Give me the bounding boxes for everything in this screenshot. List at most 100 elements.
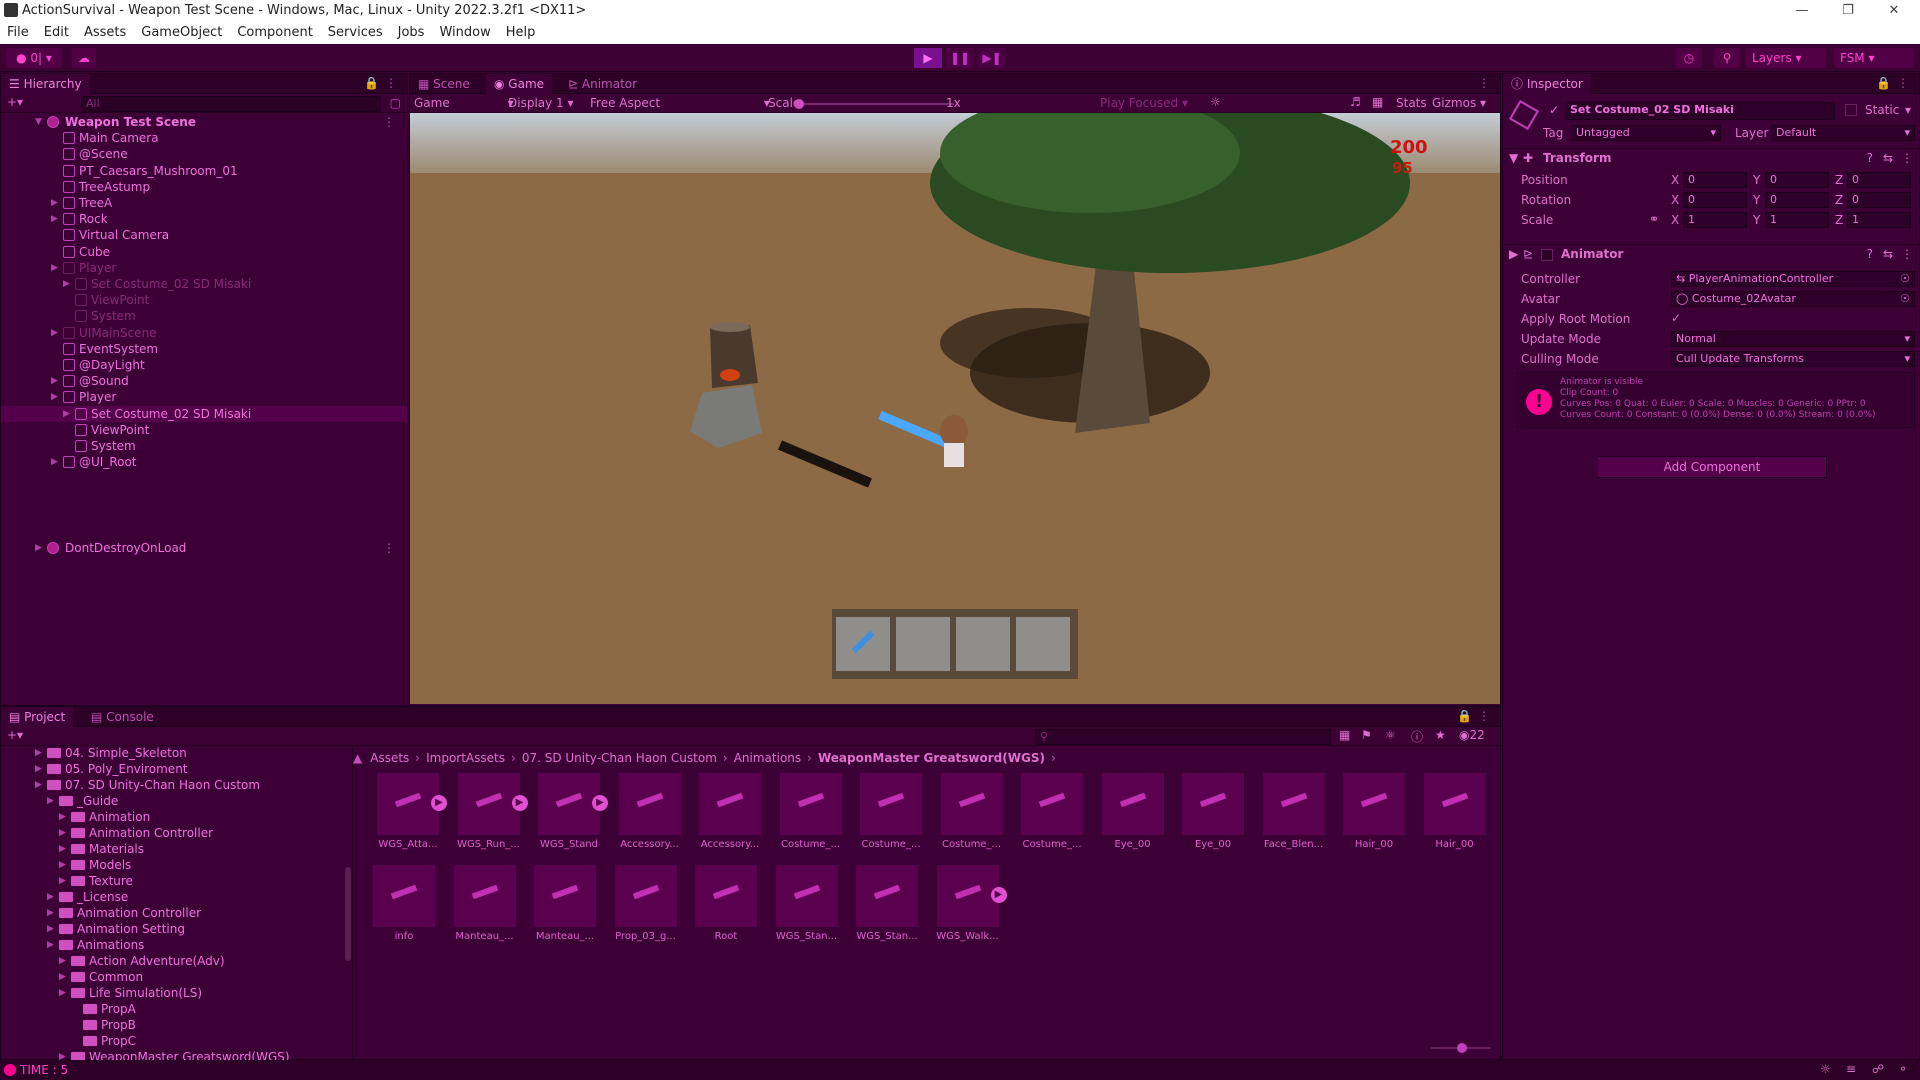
expand-arrow-icon[interactable]: ▶: [51, 389, 58, 405]
hierarchy-item[interactable]: Virtual Camera: [1, 227, 407, 243]
hierarchy-item[interactable]: TreeAstump: [1, 179, 407, 195]
project-folder[interactable]: ▶ Life Simulation(LS): [1, 985, 341, 1001]
game-mode-dropdown[interactable]: Game ▾: [414, 96, 514, 110]
play-button[interactable]: ▶: [914, 48, 942, 68]
kebab-menu-icon[interactable]: ⋮: [1897, 76, 1909, 90]
hierarchy-item[interactable]: ▶ Set Costume_02 SD Misaki: [1, 276, 407, 292]
transform-x-field[interactable]: 1: [1683, 212, 1747, 228]
tab-scene[interactable]: ▦ Scene: [410, 74, 478, 94]
add-icon[interactable]: +▾: [7, 95, 23, 109]
bug-icon[interactable]: ☼: [1820, 1062, 1831, 1076]
search-icon[interactable]: ⚲: [1714, 48, 1740, 68]
hierarchy-item[interactable]: ▶ @Sound: [1, 373, 407, 389]
menu-component[interactable]: Component: [230, 22, 320, 40]
bug-icon[interactable]: ☼: [1210, 95, 1221, 109]
hierarchy-item[interactable]: ViewPoint: [1, 422, 407, 438]
asset-thumbnail[interactable]: [618, 773, 681, 835]
icon-size-handle[interactable]: [1457, 1043, 1467, 1053]
constrain-proportions-icon[interactable]: ⚭: [1649, 212, 1659, 226]
account-button[interactable]: ● 0| ▾: [6, 48, 62, 68]
object-name-input[interactable]: Set Costume_02 SD Misaki: [1565, 102, 1835, 120]
hierarchy-item[interactable]: @DayLight: [1, 357, 407, 373]
kebab-menu-icon[interactable]: ⋮: [1478, 709, 1490, 723]
expand-arrow-icon[interactable]: ▶: [59, 857, 66, 873]
hierarchy-item[interactable]: ▶ Player: [1, 389, 407, 405]
asset-thumbnail[interactable]: ▶: [538, 773, 608, 835]
hierarchy-item[interactable]: PT_Caesars_Mushroom_01: [1, 163, 407, 179]
menu-help[interactable]: Help: [499, 22, 544, 40]
transform-header[interactable]: ▼ ✚ Transform ? ⇆ ⋮: [1503, 148, 1920, 168]
expand-asset-icon[interactable]: ▶: [990, 887, 1007, 903]
history-icon[interactable]: ◷: [1676, 48, 1702, 68]
transform-z-field[interactable]: 1: [1847, 212, 1911, 228]
tab-hierarchy[interactable]: ☰ Hierarchy: [1, 74, 90, 94]
asset-thumbnail[interactable]: [373, 865, 435, 927]
scene-visibility-icon[interactable]: ▢: [390, 96, 401, 110]
notification-icon[interactable]: ⚬: [1898, 1062, 1908, 1076]
culling-mode-dropdown[interactable]: Cull Update Transforms ▾: [1671, 351, 1915, 367]
status-text[interactable]: TIME : 5: [20, 1063, 68, 1077]
project-folder[interactable]: ▶ 05. Poly_Enviroment: [1, 761, 341, 777]
hidden-count-badge[interactable]: ◉22: [1459, 728, 1485, 742]
project-folder[interactable]: ▶ Animations: [1, 937, 341, 953]
expand-arrow-icon[interactable]: ▶: [51, 211, 58, 227]
aspect-dropdown[interactable]: Free Aspect ▾: [590, 96, 770, 110]
asset-thumbnail[interactable]: [699, 773, 761, 835]
help-icon[interactable]: ?: [1867, 247, 1873, 261]
expand-arrow-icon[interactable]: ▶: [47, 905, 54, 921]
hierarchy-item[interactable]: ViewPoint: [1, 292, 407, 308]
layers-dropdown[interactable]: Layers ▾: [1746, 48, 1826, 68]
display-dropdown[interactable]: Display 1 ▾: [508, 96, 574, 110]
hierarchy-item[interactable]: ▶ UIMainScene: [1, 325, 407, 341]
filter-label-icon[interactable]: ⚑: [1361, 728, 1372, 742]
tag-dropdown[interactable]: Untagged ▾: [1571, 125, 1721, 141]
hierarchy-item[interactable]: ▶ Rock: [1, 211, 407, 227]
hierarchy-item[interactable]: ▶ Set Costume_02 SD Misaki: [1, 405, 407, 422]
controller-field[interactable]: ⇆ PlayerAnimationController ☉: [1671, 271, 1915, 287]
asset-thumbnail[interactable]: [1262, 773, 1325, 835]
expand-arrow-icon[interactable]: ▶: [51, 454, 58, 470]
error-icon[interactable]: [4, 1064, 16, 1076]
asset-thumbnail[interactable]: [1021, 773, 1083, 835]
avatar-field[interactable]: ◯ Costume_02Avatar ☉: [1671, 291, 1915, 307]
project-folder[interactable]: PropB: [1, 1017, 341, 1033]
expand-arrow-icon[interactable]: ▶: [51, 195, 58, 211]
scale-slider[interactable]: [794, 99, 954, 109]
expand-arrow-icon[interactable]: ▶: [51, 325, 58, 341]
hierarchy-item[interactable]: ▶ Player: [1, 260, 407, 276]
asset-thumbnail[interactable]: ▶: [377, 773, 447, 835]
asset-thumbnail[interactable]: [614, 865, 677, 927]
expand-arrow-icon[interactable]: ▶: [63, 276, 70, 292]
hierarchy-item[interactable]: @Scene: [1, 146, 407, 162]
expand-arrow-icon[interactable]: ▶: [35, 761, 42, 777]
asset-thumbnail[interactable]: [1343, 773, 1405, 835]
tab-console[interactable]: ▤ Console: [83, 707, 162, 727]
project-folder[interactable]: PropA: [1, 1001, 341, 1017]
breadcrumb-item[interactable]: Assets: [370, 751, 409, 765]
favorite-icon[interactable]: ★: [1435, 728, 1446, 742]
expand-arrow-icon[interactable]: ▶: [47, 793, 54, 809]
layer-dropdown[interactable]: Default ▾: [1771, 125, 1915, 141]
play-focused-dropdown[interactable]: Play Focused ▾: [1100, 96, 1188, 110]
asset-thumbnail[interactable]: [775, 865, 838, 927]
cloud-icon[interactable]: ☁: [72, 48, 96, 68]
asset-thumbnail[interactable]: [453, 865, 516, 927]
asset-thumbnail[interactable]: [1423, 773, 1486, 835]
expand-arrow-icon[interactable]: ▶: [59, 809, 66, 825]
asset-thumbnail[interactable]: [860, 773, 922, 835]
menu-services[interactable]: Services: [321, 22, 391, 40]
close-button[interactable]: ✕: [1872, 0, 1916, 22]
expand-arrow-icon[interactable]: ▶: [47, 921, 54, 937]
hierarchy-scene-row[interactable]: ▼ Weapon Test Scene ⋮: [1, 114, 407, 130]
foldout-arrow-icon[interactable]: ▼: [1509, 151, 1518, 165]
breadcrumb-item[interactable]: 07. SD Unity-Chan Haon Custom: [522, 751, 717, 765]
stats-button[interactable]: Stats: [1396, 96, 1427, 110]
menu-jobs[interactable]: Jobs: [391, 22, 433, 40]
hierarchy-item[interactable]: ▶ @UI_Root: [1, 454, 407, 470]
project-folder[interactable]: ▶ Materials: [1, 841, 341, 857]
project-folder[interactable]: ▶ Models: [1, 857, 341, 873]
hierarchy-item[interactable]: ▶ TreeA: [1, 195, 407, 211]
transform-z-field[interactable]: 0: [1847, 172, 1911, 188]
menu-assets[interactable]: Assets: [77, 22, 134, 40]
tree-scrollbar[interactable]: [345, 867, 351, 961]
